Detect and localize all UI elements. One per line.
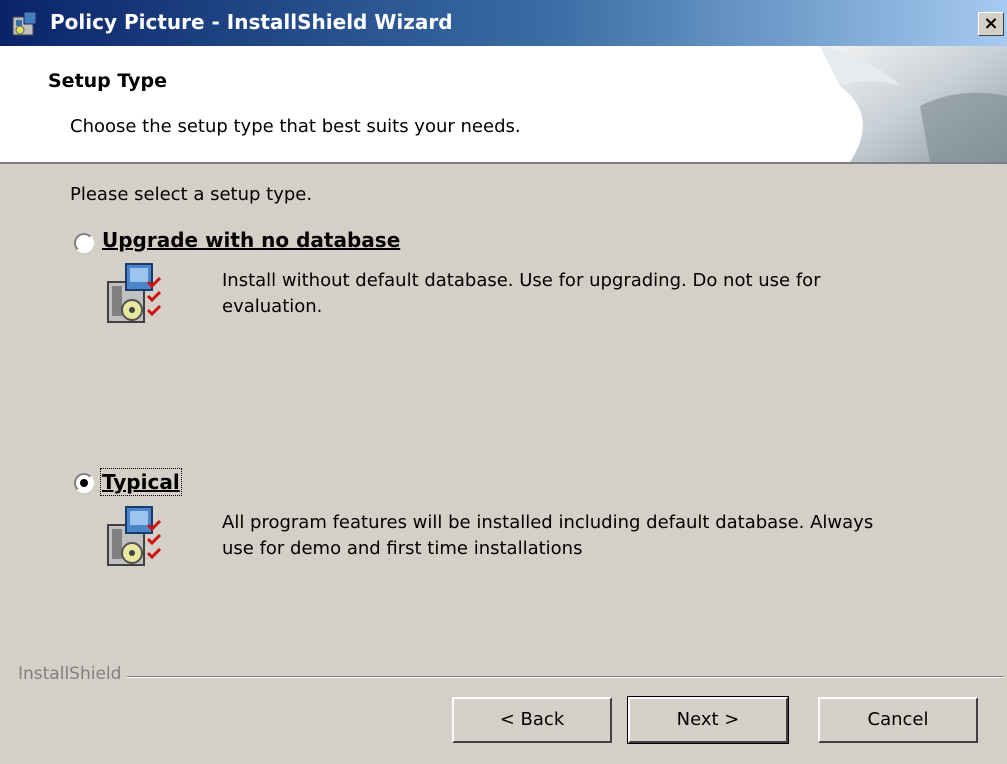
setup-package-icon xyxy=(107,506,162,566)
radio-upgrade-no-database[interactable] xyxy=(74,233,94,253)
option-typical-label[interactable]: Typical xyxy=(100,468,182,496)
installshield-brand: InstallShield xyxy=(18,664,128,684)
installer-window: Policy Picture - InstallShield Wizard × … xyxy=(0,0,1007,764)
footer-divider xyxy=(18,676,1004,678)
option-typical-description: All program features will be installed i… xyxy=(222,512,874,559)
option-upgrade-label[interactable]: Upgrade with no database xyxy=(102,228,400,252)
option-upgrade-description: Install without default database. Use fo… xyxy=(222,270,821,317)
page-title: Setup Type xyxy=(48,70,167,92)
setup-type-prompt: Please select a setup type. xyxy=(70,184,313,205)
next-button[interactable]: Next > xyxy=(627,696,789,744)
close-button[interactable]: × xyxy=(978,12,1004,36)
installer-app-icon xyxy=(12,11,37,36)
back-button[interactable]: < Back xyxy=(452,697,612,743)
window-title: Policy Picture - InstallShield Wizard xyxy=(50,10,453,34)
cancel-button[interactable]: Cancel xyxy=(818,697,978,743)
radio-selected-dot xyxy=(80,479,88,487)
page-subtitle: Choose the setup type that best suits yo… xyxy=(70,116,521,137)
wizard-header: Setup Type Choose the setup type that be… xyxy=(0,46,1007,164)
radio-typical[interactable] xyxy=(74,473,94,493)
page-curl-graphic xyxy=(820,46,1007,162)
close-icon: × xyxy=(983,13,999,34)
title-bar[interactable]: Policy Picture - InstallShield Wizard × xyxy=(0,0,1007,46)
setup-package-icon xyxy=(107,263,162,323)
